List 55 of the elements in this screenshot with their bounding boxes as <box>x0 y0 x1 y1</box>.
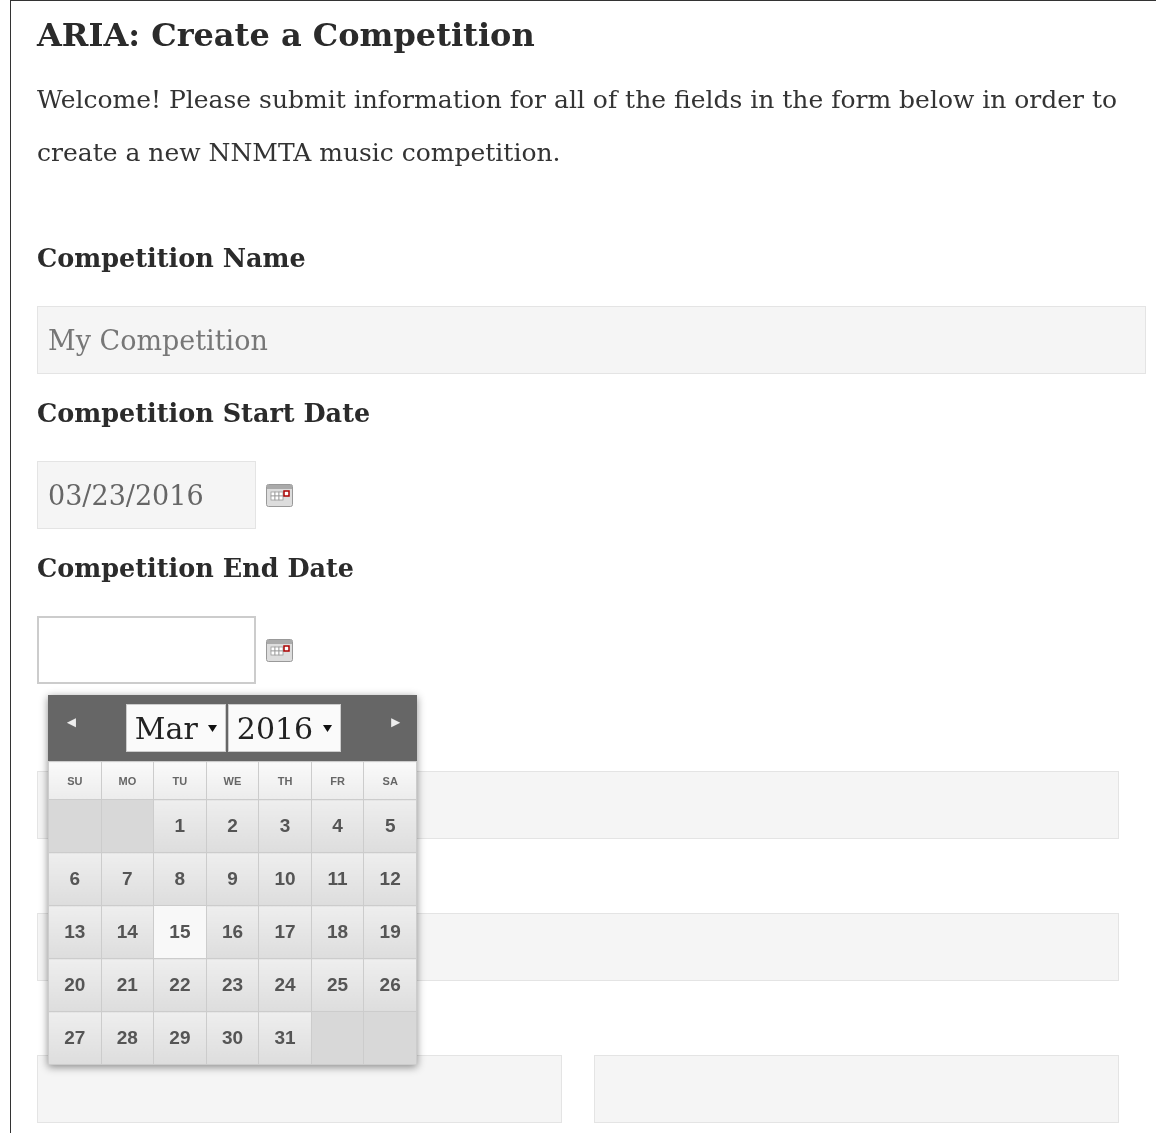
weekday-header: TU <box>153 761 207 800</box>
day-cell[interactable]: 23 <box>206 958 259 1012</box>
day-cell[interactable]: 21 <box>101 958 154 1012</box>
date-field[interactable] <box>37 616 256 684</box>
day-cell[interactable]: 18 <box>311 905 364 959</box>
day-cell[interactable]: 1 <box>153 799 207 853</box>
day-cell[interactable]: 11 <box>311 852 364 906</box>
day-cell[interactable]: 3 <box>258 799 312 853</box>
day-cell[interactable]: 27 <box>48 1011 102 1065</box>
day-cell[interactable]: 14 <box>101 905 154 959</box>
day-cell[interactable]: 7 <box>101 852 154 906</box>
day-cell[interactable]: 30 <box>206 1011 259 1065</box>
day-cell[interactable]: 10 <box>258 852 312 906</box>
day-cell[interactable]: 25 <box>311 958 364 1012</box>
day-cell[interactable]: 31 <box>258 1011 312 1065</box>
page-title: ARIA: Create a Competition <box>37 15 536 56</box>
next-month-button[interactable]: ► <box>388 713 403 729</box>
text-field[interactable] <box>594 1055 1119 1123</box>
day-cell[interactable]: 6 <box>48 852 102 906</box>
day-cell[interactable]: 5 <box>363 799 417 853</box>
field-label: Competition End Date <box>37 552 356 585</box>
calendar-icon[interactable] <box>266 483 293 507</box>
day-cell[interactable]: 19 <box>363 905 417 959</box>
day-cell[interactable]: 22 <box>153 958 207 1012</box>
year-select[interactable]: 2016 <box>227 704 342 752</box>
weekday-header: SU <box>48 761 102 800</box>
calendar-icon[interactable] <box>266 638 293 662</box>
day-cell[interactable]: 16 <box>206 905 259 959</box>
day-cell[interactable]: 12 <box>363 852 417 906</box>
day-cell[interactable]: 24 <box>258 958 312 1012</box>
dropdown-caret-icon <box>207 724 217 732</box>
weekday-header: FR <box>311 761 364 800</box>
weekday-header: WE <box>206 761 259 800</box>
weekday-header: SA <box>363 761 417 800</box>
day-cell[interactable]: 20 <box>48 958 102 1012</box>
field-label: Competition Start Date <box>37 397 372 430</box>
day-cell[interactable]: 15 <box>153 905 207 959</box>
intro-text: Welcome! Please submit information for all of the fields in the form below in order to create a new NNMTA music competition. <box>37 84 1119 169</box>
text-field[interactable]: My Competition <box>37 306 1146 374</box>
dropdown-caret-icon <box>323 724 333 732</box>
month-select[interactable]: Mar <box>125 704 226 752</box>
day-cell[interactable]: 2 <box>206 799 259 853</box>
day-cell[interactable]: 13 <box>48 905 102 959</box>
date-field[interactable]: 03/23/2016 <box>37 461 256 529</box>
field-label: Competition Name <box>37 242 307 275</box>
day-cell[interactable]: 26 <box>363 958 417 1012</box>
previous-month-button[interactable]: ◄ <box>64 713 79 729</box>
day-cell[interactable]: 4 <box>311 799 364 853</box>
day-cell[interactable]: 9 <box>206 852 259 906</box>
day-cell[interactable]: 17 <box>258 905 312 959</box>
day-cell[interactable]: 8 <box>153 852 207 906</box>
weekday-header: TH <box>258 761 312 800</box>
day-cell[interactable]: 28 <box>101 1011 154 1065</box>
day-cell[interactable]: 29 <box>153 1011 207 1065</box>
weekday-header: MO <box>101 761 154 800</box>
